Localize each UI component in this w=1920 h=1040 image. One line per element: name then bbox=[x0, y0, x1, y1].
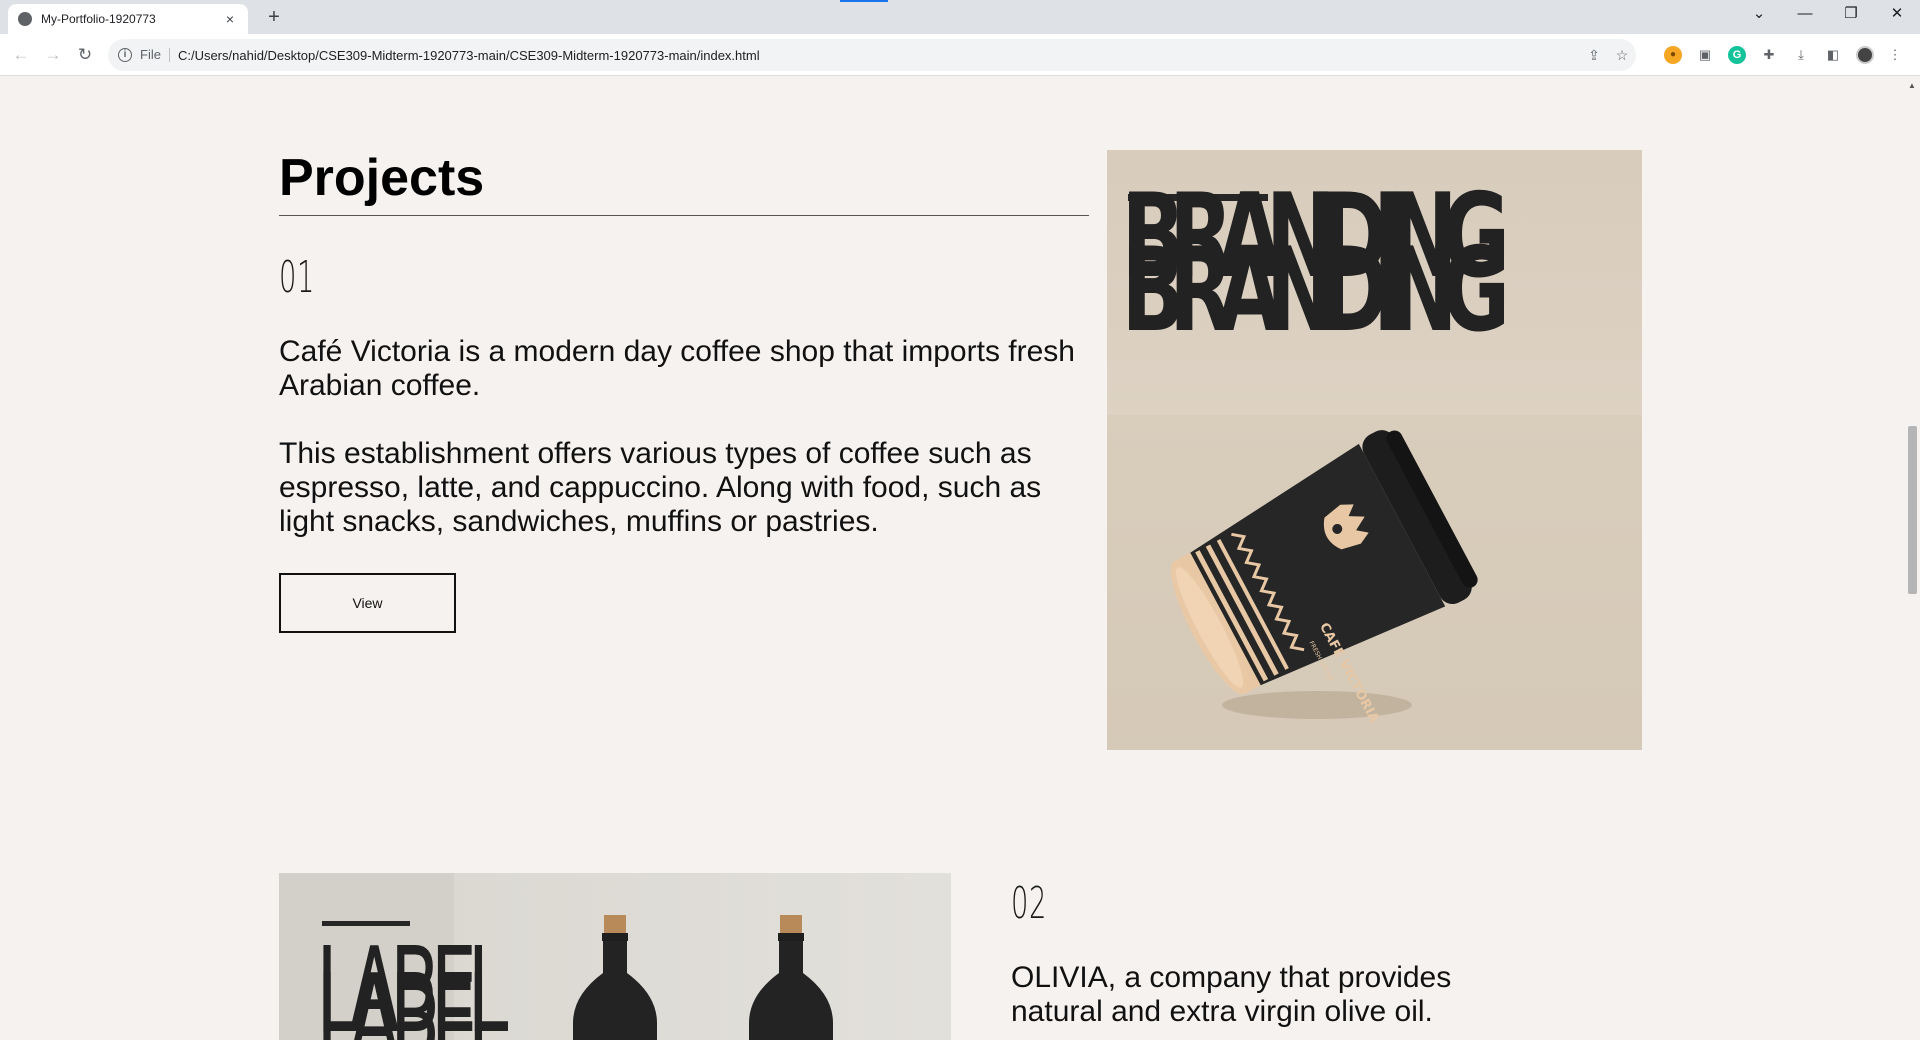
olive-oil-bottle bbox=[749, 915, 833, 1040]
project-number: 01 bbox=[279, 252, 315, 303]
screenshot-extension-icon[interactable]: ▣ bbox=[1696, 46, 1714, 64]
reload-icon[interactable]: ↻ bbox=[73, 43, 97, 67]
minimize-icon[interactable]: — bbox=[1782, 0, 1828, 30]
scrollbar-thumb[interactable] bbox=[1908, 426, 1917, 594]
tab-title: My-Portfolio-1920773 bbox=[41, 12, 156, 26]
branding-mockup-illustration: BRANDING BRANDING CAFE VICTORIA FRESH CO… bbox=[1107, 168, 1642, 750]
olive-oil-bottle bbox=[573, 915, 657, 1040]
project-description: Café Victoria is a modern day coffee sho… bbox=[279, 335, 1075, 402]
cookie-extension-icon[interactable]: ● bbox=[1664, 46, 1682, 64]
url-scheme-label: File bbox=[140, 48, 170, 62]
project-description: This establishment offers various types … bbox=[279, 437, 1042, 538]
project-description: OLIVIA, a company that provides natural … bbox=[1011, 961, 1452, 1028]
project-number: 02 bbox=[1011, 878, 1047, 929]
new-tab-button[interactable]: + bbox=[260, 6, 288, 30]
forward-icon[interactable]: → bbox=[41, 43, 65, 67]
label-word-upper: LABEL bbox=[316, 923, 508, 1040]
branding-image: BRANDING BRANDING CAFE VICTORIA FRESH CO… bbox=[1107, 150, 1642, 750]
label-image: LABEL LABEL bbox=[279, 873, 951, 1040]
url-text[interactable]: C:/Users/nahid/Desktop/CSE309-Midterm-19… bbox=[178, 48, 1580, 63]
loading-indicator bbox=[840, 0, 888, 2]
browser-tab-bar: My-Portfolio-1920773 × + ⌄ — ❐ ✕ bbox=[0, 0, 1920, 34]
menu-kebab-icon[interactable]: ⋮ bbox=[1886, 46, 1904, 64]
back-icon[interactable]: ← bbox=[9, 43, 33, 67]
close-window-icon[interactable]: ✕ bbox=[1874, 0, 1920, 30]
browser-tab[interactable]: My-Portfolio-1920773 × bbox=[8, 4, 248, 34]
extensions-puzzle-icon[interactable]: ✚ bbox=[1760, 46, 1778, 64]
info-icon[interactable]: i bbox=[118, 48, 132, 62]
tab-close-button[interactable]: × bbox=[222, 11, 238, 27]
bookmark-star-icon[interactable]: ☆ bbox=[1608, 47, 1636, 64]
page-content: Projects 01 Café Victoria is a modern da… bbox=[0, 77, 1905, 1040]
side-panel-icon[interactable]: ◧ bbox=[1824, 46, 1842, 64]
projects-heading: Projects bbox=[279, 149, 485, 207]
grammarly-extension-icon[interactable]: G bbox=[1728, 46, 1746, 64]
restore-icon[interactable]: ❐ bbox=[1828, 0, 1874, 30]
page-scrollbar[interactable]: ▲ bbox=[1905, 77, 1920, 1040]
view-project-button[interactable]: View bbox=[279, 573, 456, 633]
download-icon[interactable]: ⤓ bbox=[1792, 46, 1810, 64]
scroll-up-arrow-icon[interactable]: ▲ bbox=[1908, 81, 1916, 90]
address-bar[interactable]: i File C:/Users/nahid/Desktop/CSE309-Mid… bbox=[108, 39, 1636, 71]
profile-avatar[interactable] bbox=[1856, 46, 1874, 64]
branding-word-upper: BRANDING bbox=[1121, 168, 1510, 303]
globe-icon bbox=[18, 12, 32, 26]
label-mockup-illustration: LABEL LABEL bbox=[279, 873, 833, 1040]
heading-divider bbox=[279, 215, 1089, 216]
browser-toolbar: ← → ↻ i File C:/Users/nahid/Desktop/CSE3… bbox=[0, 34, 1920, 76]
tab-search-icon[interactable]: ⌄ bbox=[1736, 0, 1782, 30]
share-icon[interactable]: ⇪ bbox=[1580, 47, 1608, 64]
